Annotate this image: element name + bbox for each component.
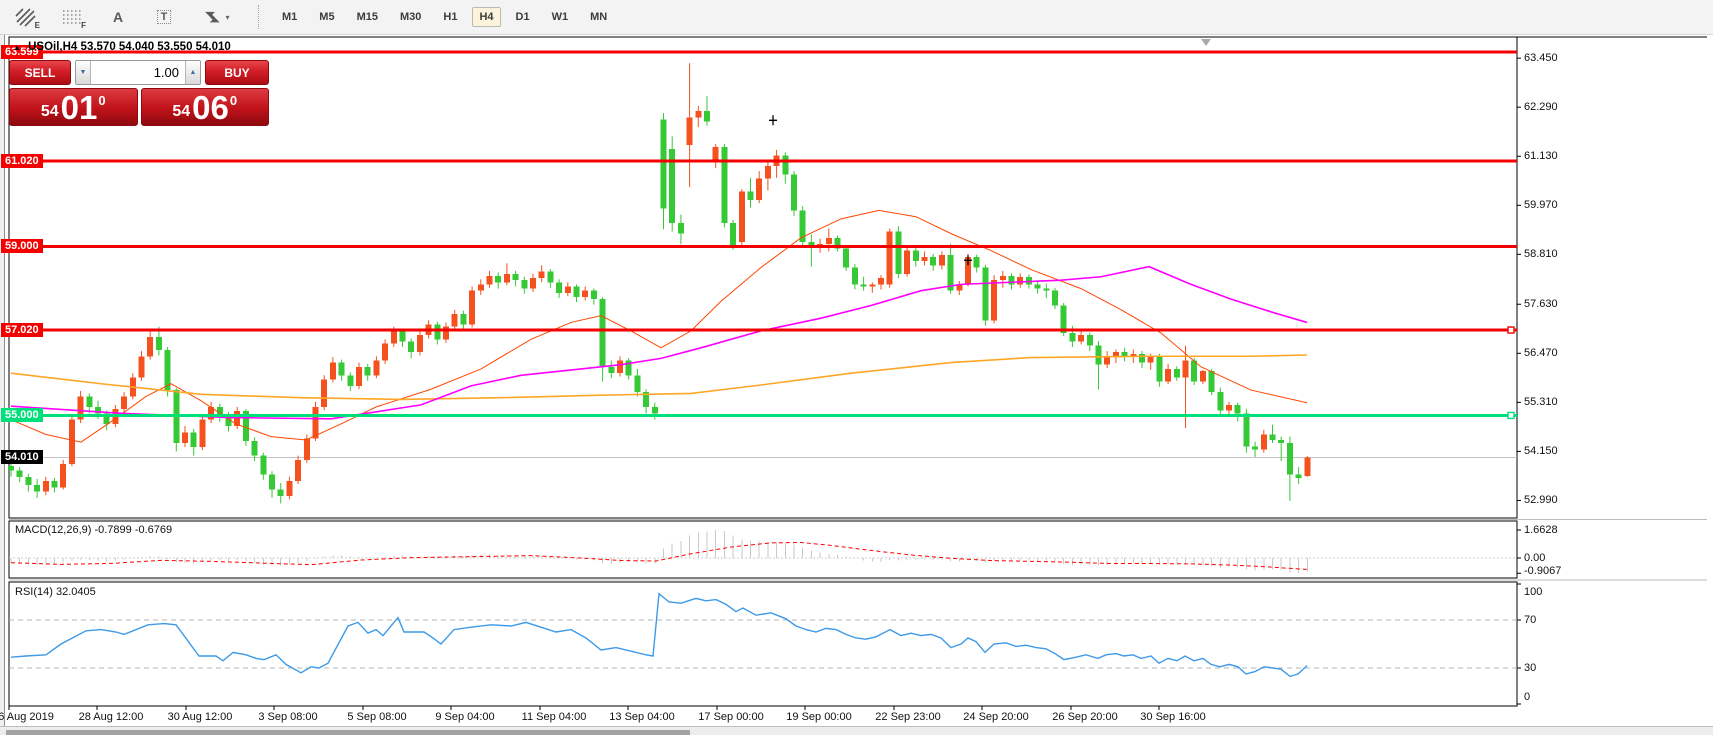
arrows-tool[interactable]: ▾ <box>194 4 238 30</box>
time-axis-tick: 30 Aug 12:00 <box>168 711 233 723</box>
price-axis-tick: 55.310 <box>1524 395 1558 409</box>
tf-button-m15[interactable]: M15 <box>350 7 385 27</box>
macd-axis-tick: 1.6628 <box>1524 523 1558 537</box>
text-box-tool[interactable]: T <box>148 4 180 30</box>
rsi-axis-tick: 0 <box>1524 690 1530 704</box>
price-axis-tick: 62.290 <box>1524 100 1558 114</box>
top-toolbar: E F A T ▾ M1 M5 M15 M30 H1 H4 D1 W1 MN <box>0 0 1713 35</box>
price-axis-tick: 63.450 <box>1524 51 1558 65</box>
tf-button-h4[interactable]: H4 <box>472 7 500 27</box>
collapse-arrow-icon[interactable]: ▲ <box>13 43 21 52</box>
bottom-dock <box>0 726 1713 735</box>
bottom-panel-bar <box>6 730 690 735</box>
time-axis-tick: 28 Aug 12:00 <box>79 711 144 723</box>
macd-indicator-label: MACD(12,26,9) -0.7899 -0.6769 <box>15 524 172 536</box>
rsi-axis-tick: 70 <box>1524 613 1536 627</box>
time-axis-tick: 26 Aug 2019 <box>0 711 54 723</box>
icon-sub-label: F <box>81 21 86 30</box>
symbol-header: ▲ USOil,H4 53.570 54.040 53.550 54.010 <box>13 41 231 53</box>
rsi-axis-tick: 30 <box>1524 661 1536 675</box>
rsi-indicator-label: RSI(14) 32.0405 <box>15 586 96 598</box>
time-axis-tick: 5 Sep 08:00 <box>347 711 406 723</box>
macd-axis-tick: -0.9067 <box>1524 564 1561 578</box>
time-axis-tick: 13 Sep 04:00 <box>609 711 674 723</box>
price-axis-tick: 61.130 <box>1524 149 1558 163</box>
tf-button-m1[interactable]: M1 <box>275 7 304 27</box>
sell-button[interactable]: SELL <box>9 60 71 85</box>
price-level-chip: 59.000 <box>1 239 43 253</box>
tf-button-mn[interactable]: MN <box>583 7 614 27</box>
price-axis-tick: 54.150 <box>1524 444 1558 458</box>
time-axis-tick: 11 Sep 04:00 <box>522 711 587 723</box>
toolbar-separator <box>258 5 259 29</box>
time-axis-tick: 17 Sep 00:00 <box>698 711 763 723</box>
tf-button-m5[interactable]: M5 <box>312 7 341 27</box>
symbol-ohlc: 53.570 54.040 53.550 54.010 <box>81 41 231 53</box>
price-axis-tick: 59.970 <box>1524 198 1558 212</box>
buy-price-tile[interactable]: 54 06 0 <box>141 88 270 126</box>
macd-axis-tick: 0.00 <box>1524 551 1545 565</box>
icon-sub-label: E <box>35 21 40 30</box>
price-axis-tick: 57.630 <box>1524 297 1558 311</box>
rsi-axis-tick: 100 <box>1524 585 1542 599</box>
price-level-chip: 57.020 <box>1 323 43 337</box>
one-click-trading-widget: SELL ▼ 1.00 ▲ BUY 54 01 0 54 06 0 <box>9 60 269 126</box>
time-axis-tick: 30 Sep 16:00 <box>1140 711 1205 723</box>
volume-input[interactable]: 1.00 <box>91 61 185 84</box>
tf-button-h1[interactable]: H1 <box>436 7 464 27</box>
price-axis-tick: 56.470 <box>1524 346 1558 360</box>
tf-button-d1[interactable]: D1 <box>509 7 537 27</box>
price-level-chip: 61.020 <box>1 154 43 168</box>
price-axis-tick: 58.810 <box>1524 247 1558 261</box>
price-level-chip: 55.000 <box>1 408 43 422</box>
sell-price-tile[interactable]: 54 01 0 <box>9 88 138 126</box>
time-axis-tick: 19 Sep 00:00 <box>786 711 851 723</box>
grid-icon[interactable]: F <box>56 4 88 30</box>
chart-window[interactable]: 63.450 62.290 61.130 59.970 58.810 57.630 56.4… <box>4 35 1713 726</box>
volume-increase-button[interactable]: ▲ <box>185 61 200 84</box>
time-axis-tick: 3 Sep 08:00 <box>258 711 317 723</box>
time-axis-tick: 9 Sep 04:00 <box>435 711 494 723</box>
tf-button-m30[interactable]: M30 <box>393 7 428 27</box>
current-price-chip: 54.010 <box>1 450 43 464</box>
volume-decrease-button[interactable]: ▼ <box>76 61 91 84</box>
buy-button[interactable]: BUY <box>205 60 269 85</box>
time-axis-tick: 24 Sep 20:00 <box>963 711 1028 723</box>
time-axis-tick: 26 Sep 20:00 <box>1052 711 1117 723</box>
chart-hatch-icon[interactable]: E <box>10 4 42 30</box>
price-axis-tick: 52.990 <box>1524 493 1558 507</box>
chevron-down-icon: ▾ <box>225 13 229 22</box>
time-axis-tick: 22 Sep 23:00 <box>875 711 940 723</box>
text-label-tool[interactable]: A <box>102 4 134 30</box>
volume-spinner: ▼ 1.00 ▲ <box>75 60 201 85</box>
symbol-name: USOil,H4 <box>28 41 77 53</box>
tf-button-w1[interactable]: W1 <box>545 7 576 27</box>
